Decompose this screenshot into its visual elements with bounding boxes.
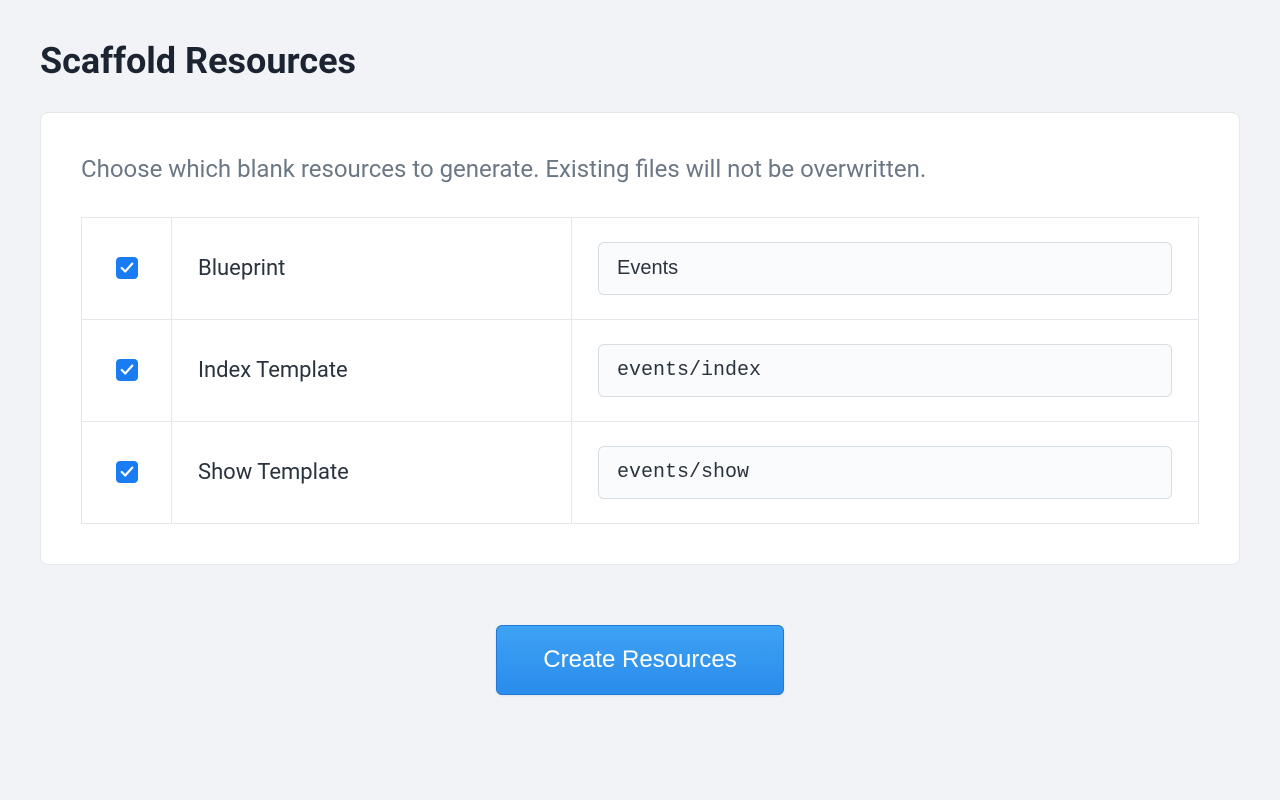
check-icon (120, 261, 134, 275)
table-row: Show Template (82, 421, 1199, 523)
blueprint-input[interactable] (598, 242, 1172, 295)
table-row: Blueprint (82, 217, 1199, 319)
check-icon (120, 465, 134, 479)
button-row: Create Resources (40, 625, 1240, 695)
show-template-label: Show Template (172, 421, 572, 523)
checkbox-cell (82, 217, 172, 319)
blueprint-label: Blueprint (172, 217, 572, 319)
resource-table: Blueprint Index Template (81, 217, 1199, 524)
blueprint-checkbox[interactable] (116, 257, 138, 279)
index-template-label: Index Template (172, 319, 572, 421)
checkbox-cell (82, 421, 172, 523)
input-cell (572, 217, 1199, 319)
input-cell (572, 319, 1199, 421)
input-cell (572, 421, 1199, 523)
table-row: Index Template (82, 319, 1199, 421)
page-title: Scaffold Resources (40, 40, 1240, 82)
create-resources-button[interactable]: Create Resources (496, 625, 783, 695)
index-template-checkbox[interactable] (116, 359, 138, 381)
index-template-input[interactable] (598, 344, 1172, 397)
show-template-checkbox[interactable] (116, 461, 138, 483)
check-icon (120, 363, 134, 377)
show-template-input[interactable] (598, 446, 1172, 499)
checkbox-cell (82, 319, 172, 421)
card-description: Choose which blank resources to generate… (81, 153, 1199, 187)
scaffold-card: Choose which blank resources to generate… (40, 112, 1240, 565)
